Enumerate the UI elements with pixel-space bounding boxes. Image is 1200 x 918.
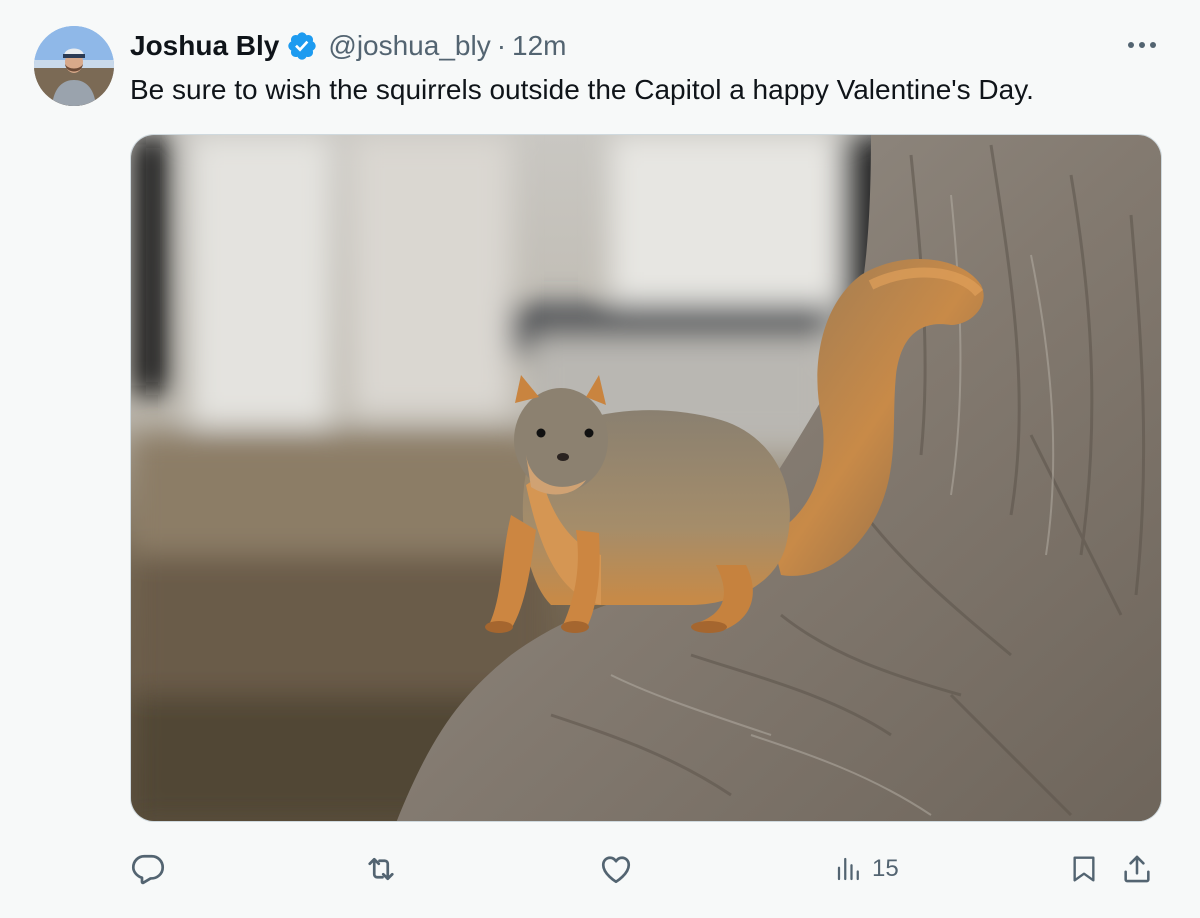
bookmark-icon [1068,851,1100,887]
verified-badge-icon [286,30,318,62]
post-text: Be sure to wish the squirrels outside th… [130,74,1034,105]
more-options-button[interactable] [1122,28,1162,64]
heart-icon [598,851,634,887]
reply-button[interactable] [130,846,166,892]
author-display-name[interactable]: Joshua Bly [130,30,279,62]
post-photo[interactable] [130,134,1162,822]
post-header: Joshua Bly @joshua_bly · 12m [130,28,567,64]
bar-chart-icon [834,851,864,887]
share-button[interactable] [1120,846,1154,892]
share-upload-icon [1120,851,1154,887]
bookmark-button[interactable] [1068,846,1100,892]
post-timestamp[interactable]: 12m [512,30,566,62]
tweet-card: Joshua Bly @joshua_bly · 12m Be sure to … [0,0,1200,918]
post-action-bar: 15 [130,846,1170,892]
views-count: 15 [872,855,899,882]
repost-button[interactable] [362,846,400,892]
author-handle[interactable]: @joshua_bly [328,30,490,62]
like-button[interactable] [598,846,634,892]
avatar[interactable] [34,26,114,106]
separator-dot: · [496,30,507,61]
repost-arrows-icon [362,851,400,887]
views-button[interactable]: 15 [834,846,899,892]
speech-bubble-icon [130,851,166,887]
ellipsis-icon [1126,37,1158,55]
